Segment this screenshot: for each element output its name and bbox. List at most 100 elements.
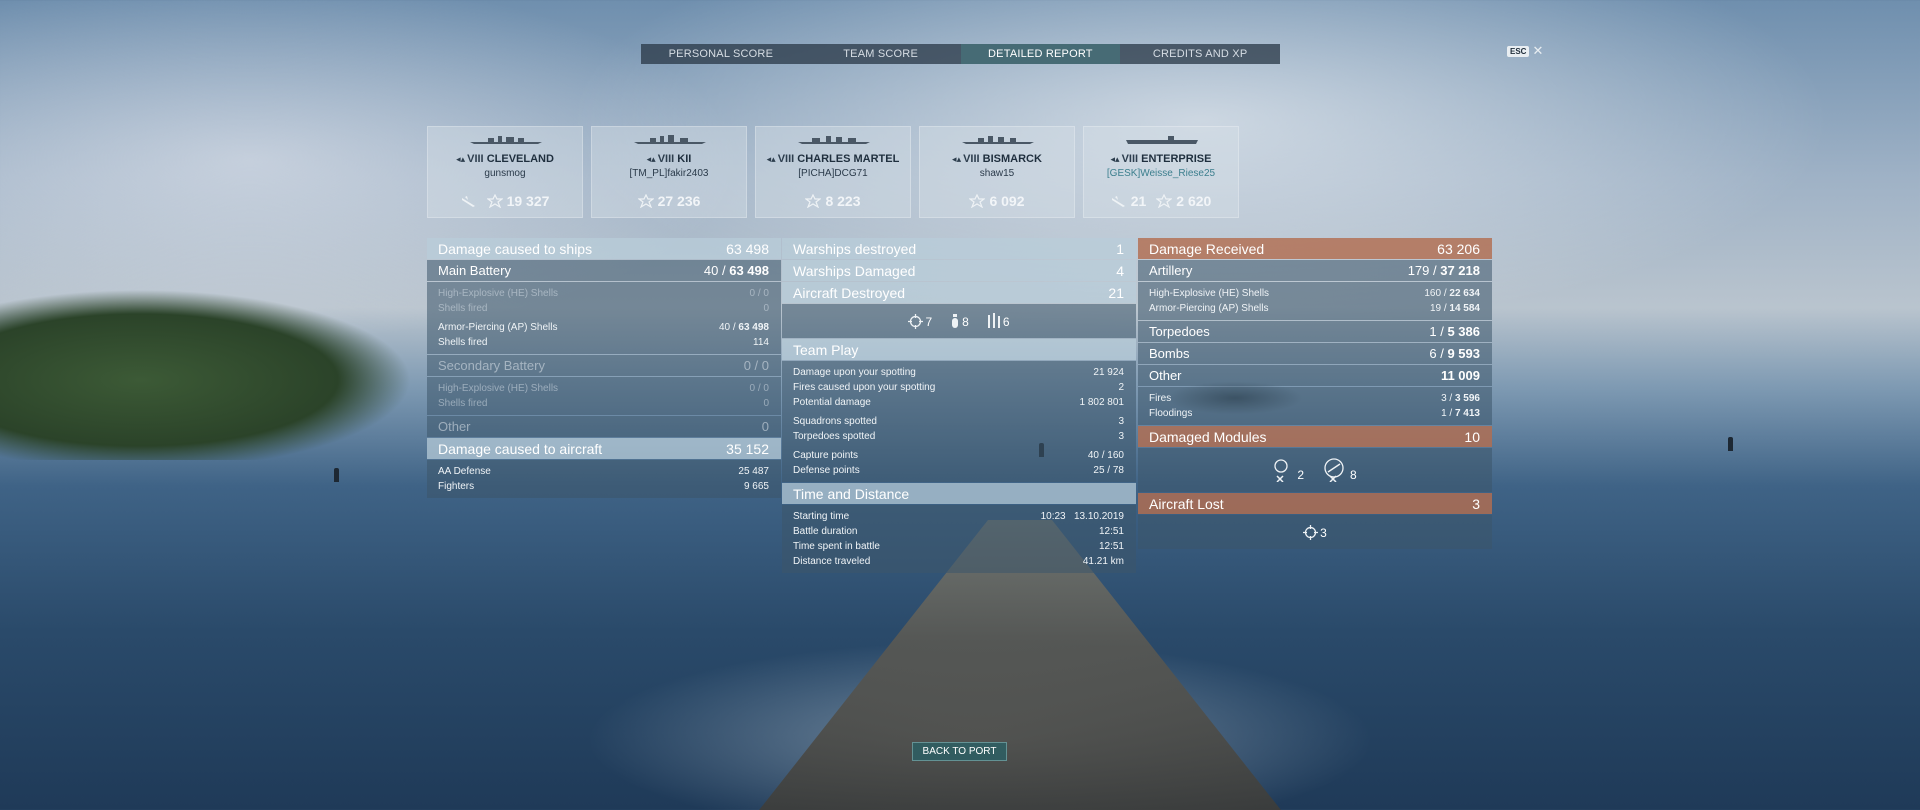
row-value: 160 / 22 634 bbox=[1424, 288, 1480, 299]
ship-stats: 21 2 620 bbox=[1084, 193, 1238, 209]
torpedo-icon bbox=[987, 313, 1000, 328]
row-value: 12:51 bbox=[1098, 541, 1124, 552]
row-label: Starting time bbox=[793, 511, 850, 522]
ship-card[interactable]: ◂▴ VIII CHARLES MARTEL [PICHA]DCG71 8 223 bbox=[755, 126, 911, 218]
damage-aircraft-details: AA Defense 25 487 Fighters 9 665 bbox=[427, 460, 781, 498]
row-label: Secondary Battery bbox=[438, 358, 545, 373]
header-value: 4 bbox=[1116, 262, 1124, 279]
ship-card[interactable]: ◂▴ VIII BISMARCK shaw15 6 092 bbox=[919, 126, 1075, 218]
buoy bbox=[1728, 437, 1733, 451]
team-play-row: Capture points 40 / 160 bbox=[793, 448, 1124, 463]
ship-tier: VIII bbox=[657, 153, 675, 165]
row-label: Distance traveled bbox=[793, 556, 871, 567]
aircraft-type-bomber: 8 bbox=[950, 313, 969, 329]
row-label: Defense points bbox=[793, 465, 860, 476]
row-value: 0 / 0 bbox=[749, 383, 769, 394]
count: 6 bbox=[1429, 346, 1437, 361]
row-label: AA Defense bbox=[438, 466, 491, 477]
damaged-modules-header: Damaged Modules 10 bbox=[1138, 426, 1492, 447]
he-shells-row: High-Explosive (HE) Shells 0 / 0 bbox=[438, 381, 769, 396]
stat-xp: 2 620 bbox=[1156, 193, 1211, 209]
esc-key-label: ESC bbox=[1507, 45, 1530, 57]
back-to-port-button[interactable]: BACK TO PORT bbox=[912, 742, 1007, 761]
ship-name-text: KII bbox=[677, 153, 692, 165]
player-name: [PICHA]DCG71 bbox=[798, 168, 868, 179]
header-value: 63 206 bbox=[1437, 240, 1480, 257]
row-value: 25 / 78 bbox=[1093, 465, 1124, 476]
aircraft-lost-row: 3 bbox=[1138, 515, 1492, 549]
ship-cards: ◂▴ VIII CLEVELAND gunsmog 19 327 ◂▴ VIII K… bbox=[427, 126, 1239, 218]
time-row: Time spent in battle 12:51 bbox=[793, 539, 1124, 554]
he-shells-row: High-Explosive (HE) Shells 160 / 22 634 bbox=[1149, 286, 1480, 301]
other-received-row: Other 11 009 bbox=[1138, 365, 1492, 386]
player-name: shaw15 bbox=[979, 168, 1015, 179]
row-value: 19 / 14 584 bbox=[1429, 303, 1480, 314]
row-value: 40 / 63 498 bbox=[703, 263, 769, 278]
count: 8 bbox=[1350, 468, 1357, 482]
count: 7 bbox=[925, 314, 933, 329]
secondary-gun-damaged-icon bbox=[1324, 458, 1344, 482]
row-value: 2 bbox=[1118, 382, 1124, 393]
nation-flag-icon: ◂▴ bbox=[646, 154, 656, 164]
row-value: 10:23 13.10.2019 bbox=[1040, 511, 1124, 522]
team-play-row: Squadrons spotted 3 bbox=[793, 414, 1124, 429]
aircraft-type-torpedo: 6 bbox=[987, 313, 1010, 329]
other-damage-row: Other 0 bbox=[427, 416, 781, 437]
tab-team-score[interactable]: TEAM SCORE bbox=[801, 44, 961, 64]
count: 40 bbox=[703, 263, 719, 278]
nation-flag-icon: ◂▴ bbox=[952, 154, 962, 164]
row-label: Armor-Piercing (AP) Shells bbox=[1149, 303, 1269, 314]
stat-xp: 19 327 bbox=[486, 193, 549, 209]
total: 37 218 bbox=[1440, 263, 1480, 278]
row-value: 1 802 801 bbox=[1079, 397, 1125, 408]
count: 1 bbox=[1441, 408, 1447, 419]
ship-tier: VIII bbox=[963, 153, 980, 165]
team-play-row: Torpedoes spotted 3 bbox=[793, 429, 1124, 444]
aa-gun-damaged-icon bbox=[1274, 459, 1288, 482]
ship-stats: 6 092 bbox=[920, 193, 1074, 209]
bombs-row: Bombs 6 / 9 593 bbox=[1138, 343, 1492, 364]
floodings-row: Floodings 1 / 7 413 bbox=[1149, 406, 1480, 421]
player-name: [TM_PL]fakir2403 bbox=[629, 168, 709, 179]
row-value: 3 / 3 596 bbox=[1441, 393, 1480, 404]
ship-name-text: ENTERPRISE bbox=[1141, 153, 1212, 165]
time-distance-header: Time and Distance bbox=[782, 483, 1136, 504]
header-label: Damage Received bbox=[1149, 240, 1265, 257]
row-value: 12:51 bbox=[1098, 526, 1124, 537]
xp-value: 27 236 bbox=[657, 193, 701, 209]
row-value: 21 924 bbox=[1093, 367, 1124, 378]
header-label: Warships destroyed bbox=[793, 240, 917, 257]
header-label: Damage caused to aircraft bbox=[438, 440, 603, 457]
row-label: Shells fired bbox=[438, 303, 488, 314]
close-button[interactable]: ESC ✕ bbox=[1507, 43, 1544, 58]
ship-stats: 8 223 bbox=[756, 193, 910, 209]
ship-tier: VIII bbox=[467, 153, 484, 165]
header-label: Aircraft Destroyed bbox=[793, 284, 906, 301]
xp-value: 8 223 bbox=[825, 193, 861, 209]
team-play-details: Damage upon your spotting 21 924 Fires ca… bbox=[782, 361, 1136, 482]
nation-flag-icon: ◂▴ bbox=[1110, 154, 1120, 164]
tab-credits-and-xp[interactable]: CREDITS AND XP bbox=[1120, 44, 1280, 64]
count: 179 bbox=[1407, 263, 1430, 278]
tab-detailed-report[interactable]: DETAILED REPORT bbox=[960, 44, 1121, 64]
aircraft-lost-header: Aircraft Lost 3 bbox=[1138, 493, 1492, 514]
count: 19 bbox=[1429, 303, 1442, 314]
he-shells-fired-row: Shells fired 0 bbox=[438, 301, 769, 316]
ship-card[interactable]: ◂▴ VIII KII [TM_PL]fakir2403 27 236 bbox=[591, 126, 747, 218]
header-value: 10 bbox=[1464, 428, 1480, 445]
team-play-header: Team Play bbox=[782, 339, 1136, 360]
header-value: 3 bbox=[1472, 495, 1480, 512]
header-value: 63 498 bbox=[726, 240, 769, 257]
artillery-details: High-Explosive (HE) Shells 160 / 22 634 A… bbox=[1138, 282, 1492, 320]
total: 3 596 bbox=[1454, 393, 1480, 404]
time-row: Distance traveled 41.21 km bbox=[793, 554, 1124, 569]
ship-card[interactable]: ◂▴ VIII ENTERPRISE [GESK]Weisse_Riese25 2… bbox=[1083, 126, 1239, 218]
close-icon: ✕ bbox=[1532, 43, 1544, 58]
team-play-row: Damage upon your spotting 21 924 bbox=[793, 365, 1124, 380]
damage-received-header: Damage Received 63 206 bbox=[1138, 238, 1492, 259]
tab-personal-score[interactable]: PERSONAL SCORE bbox=[641, 44, 801, 64]
ship-card[interactable]: ◂▴ VIII CLEVELAND gunsmog 19 327 bbox=[427, 126, 583, 218]
header-label: Warships Damaged bbox=[793, 262, 916, 279]
row-value: 25 487 bbox=[738, 466, 769, 477]
row-label: Potential damage bbox=[793, 397, 871, 408]
